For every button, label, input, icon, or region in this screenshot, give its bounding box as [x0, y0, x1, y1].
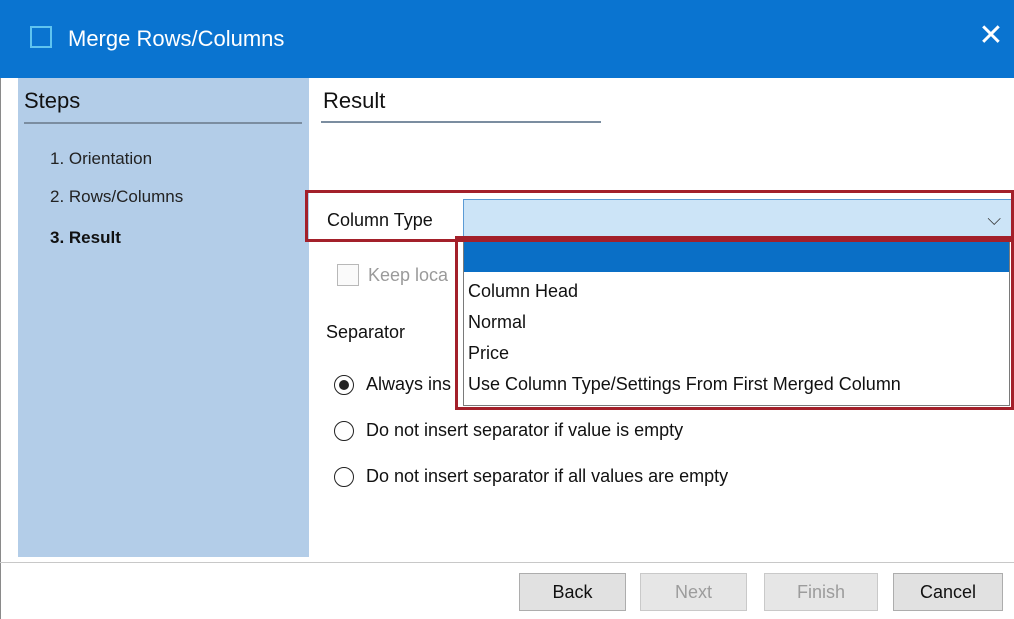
dropdown-option-normal[interactable]: Normal [464, 307, 1009, 338]
chevron-down-icon: ⌵ [987, 209, 1001, 229]
cancel-button[interactable]: Cancel [893, 573, 1003, 611]
dropdown-option-column-head[interactable]: Column Head [464, 276, 1009, 307]
column-type-label: Column Type [327, 210, 433, 230]
back-button[interactable]: Back [519, 573, 626, 611]
column-type-select[interactable]: ⌵ [463, 199, 1014, 239]
window-title: Merge Rows/Columns [68, 26, 285, 51]
radio-always-insert-label: Always ins [366, 374, 452, 394]
footer-divider [0, 562, 1014, 563]
dropdown-option-blank[interactable] [464, 241, 1009, 272]
step-result[interactable]: 3. Result [50, 227, 121, 249]
radio-always-insert[interactable] [334, 375, 354, 395]
dropdown-option-price[interactable]: Price [464, 338, 1009, 369]
sidebar-divider [24, 122, 302, 124]
section-divider [321, 121, 601, 123]
finish-button[interactable]: Finish [764, 573, 878, 611]
title-bar: Merge Rows/Columns ✕ [0, 0, 1014, 78]
next-button[interactable]: Next [640, 573, 747, 611]
section-title: Result [323, 88, 386, 113]
keep-local-checkbox[interactable] [337, 264, 359, 286]
radio-skip-empty-value-label: Do not insert separator if value is empt… [366, 420, 684, 440]
column-type-dropdown: Column Head Normal Price Use Column Type… [463, 240, 1010, 406]
close-button[interactable]: ✕ [976, 18, 1006, 54]
separator-label: Separator [326, 322, 406, 342]
step-rows-columns[interactable]: 2. Rows/Columns [50, 186, 183, 208]
radio-skip-all-empty[interactable] [334, 467, 354, 487]
dropdown-option-use-first-merged[interactable]: Use Column Type/Settings From First Merg… [464, 369, 1009, 400]
window-icon [30, 26, 52, 48]
steps-sidebar: Steps 1. Orientation 2. Rows/Columns 3. … [18, 78, 309, 557]
sidebar-title: Steps [24, 88, 81, 113]
radio-skip-empty-value[interactable] [334, 421, 354, 441]
step-orientation[interactable]: 1. Orientation [50, 148, 152, 170]
keep-local-label: Keep loca [368, 265, 449, 285]
radio-skip-all-empty-label: Do not insert separator if all values ar… [366, 466, 729, 486]
